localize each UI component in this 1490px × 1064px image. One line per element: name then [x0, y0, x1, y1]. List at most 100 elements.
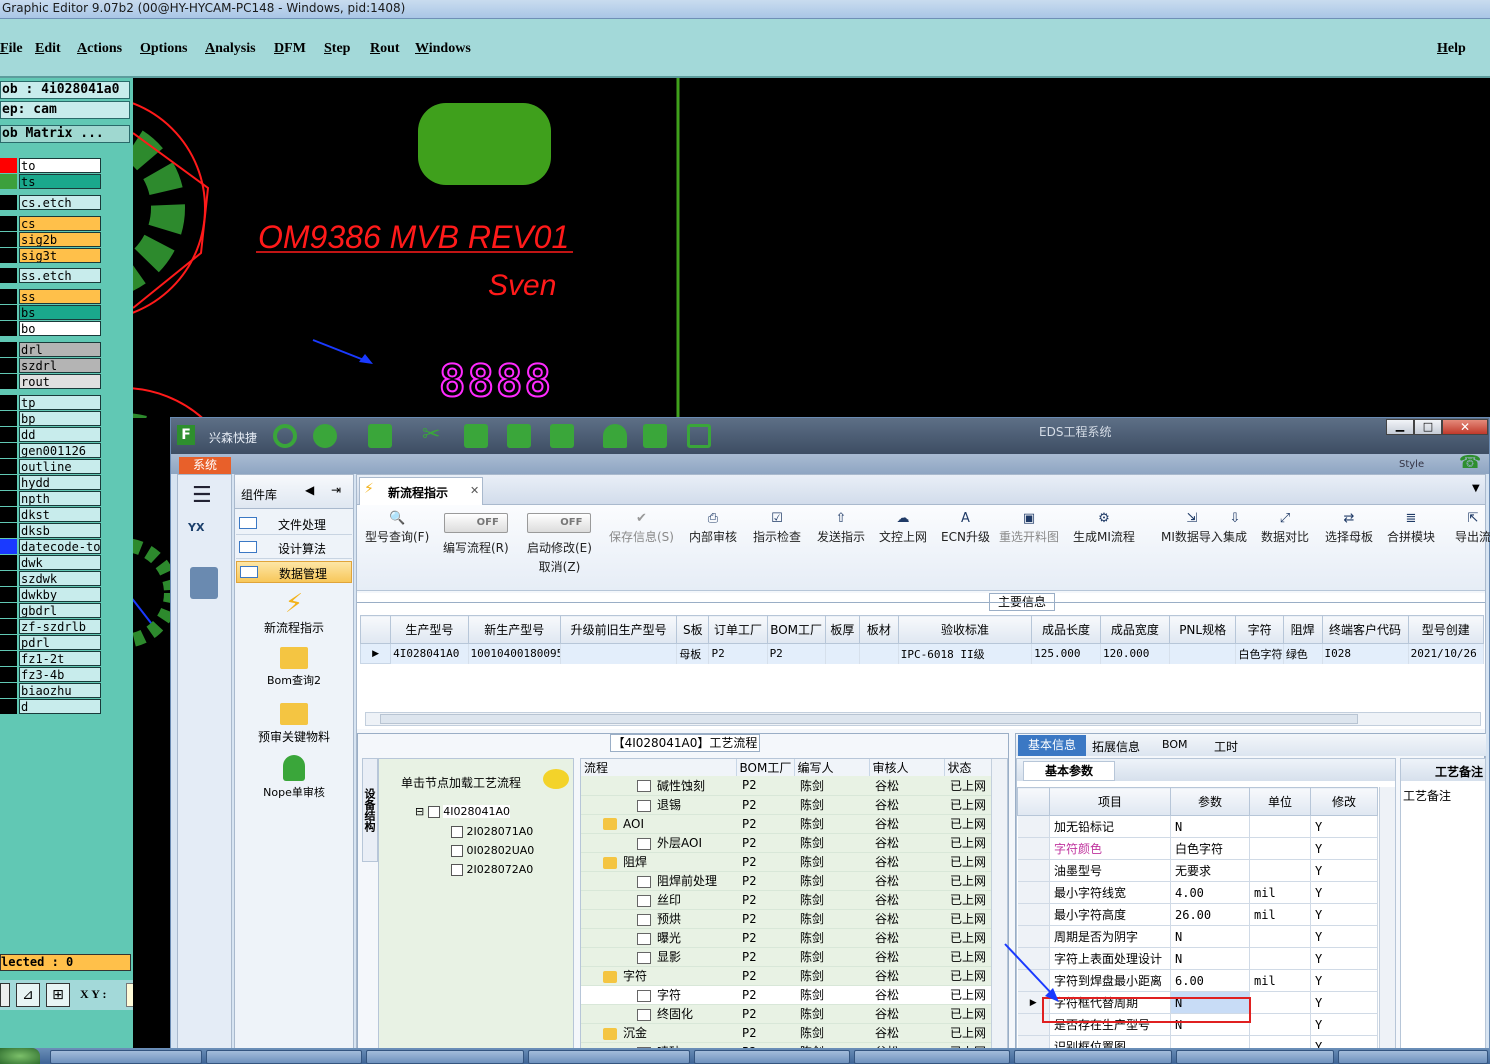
flow-row[interactable]: 外层AOI P2 陈剑 谷松 已上网: [581, 833, 991, 853]
toggle-switch[interactable]: OFF: [527, 513, 592, 533]
grid-cell[interactable]: 125.000: [1031, 643, 1101, 664]
layer-name[interactable]: dwk: [19, 555, 101, 570]
layer-color-swatch[interactable]: [0, 603, 17, 618]
grid-column-header[interactable]: 成品长度: [1031, 615, 1101, 644]
taskbar-item[interactable]: [694, 1050, 850, 1064]
layer-color-swatch[interactable]: [0, 635, 17, 650]
toolbar-button[interactable]: ▣ 重选开料图: [999, 511, 1059, 545]
layer-row[interactable]: dd: [0, 427, 103, 442]
layer-color-swatch[interactable]: [0, 374, 17, 389]
menu-edit[interactable]: Edit: [35, 41, 61, 57]
layer-name[interactable]: ts: [19, 174, 101, 189]
tree-child[interactable]: 2I028071A0: [451, 825, 533, 838]
layer-row[interactable]: szdrl: [0, 358, 103, 373]
layer-row[interactable]: cs: [0, 216, 103, 231]
grid-column-header[interactable]: 字符: [1235, 615, 1284, 644]
grid-column-header[interactable]: PNL规格: [1168, 615, 1237, 644]
layer-row[interactable]: drl: [0, 342, 103, 357]
layer-row[interactable]: dksb: [0, 523, 103, 538]
device-structure-tab[interactable]: 设备结构: [362, 758, 378, 862]
tab-worktime[interactable]: 工时: [1214, 738, 1238, 755]
lifebuoy-icon[interactable]: [313, 424, 337, 448]
param-column-header[interactable]: 参数: [1170, 787, 1250, 816]
layer-row[interactable]: zf-szdrlb: [0, 619, 103, 634]
menu-dfm[interactable]: DFM: [274, 41, 306, 57]
layer-color-swatch[interactable]: [0, 216, 17, 231]
step-name-field[interactable]: ep: cam: [0, 101, 130, 119]
grid-column-header[interactable]: 验收标准: [897, 615, 1033, 644]
minimize-button[interactable]: ▁: [1386, 419, 1414, 435]
layer-row[interactable]: sig2b: [0, 232, 103, 247]
grid-column-header[interactable]: 型号创建: [1407, 615, 1485, 644]
toolbar-button[interactable]: ⚙ 生成MI流程: [1073, 511, 1135, 545]
toolbar-button[interactable]: OFF 启动修改(E) 取消(Z): [527, 513, 592, 575]
side-action-prereview[interactable]: 预审关键物料: [235, 703, 353, 745]
layer-row[interactable]: fz3-4b: [0, 667, 103, 682]
toolbar-button[interactable]: ⇱ 导出流: [1455, 511, 1490, 545]
grid-cell[interactable]: 120.000: [1100, 643, 1170, 664]
menu-windows[interactable]: Windows: [415, 41, 471, 57]
layer-color-swatch[interactable]: [0, 395, 17, 410]
pin-icon[interactable]: ⇥: [331, 483, 341, 497]
side-action-new-flow[interactable]: ⚡ 新流程指示: [235, 589, 353, 636]
toolbar-button[interactable]: ⇧ 发送指示: [817, 511, 865, 545]
layer-color-swatch[interactable]: [0, 195, 17, 210]
flow-row[interactable]: 字符 P2 陈剑 谷松 已上网: [581, 966, 991, 986]
layer-row[interactable]: pdrl: [0, 635, 103, 650]
layer-color-swatch[interactable]: [0, 268, 17, 283]
taskbar-item[interactable]: [206, 1050, 362, 1064]
start-button[interactable]: [0, 1048, 40, 1064]
layer-name[interactable]: rout: [19, 374, 101, 389]
taskbar-item[interactable]: [1176, 1050, 1334, 1064]
menu-analysis[interactable]: Analysis: [205, 41, 256, 57]
layer-name[interactable]: outline: [19, 459, 101, 474]
cad-canvas[interactable]: OM9386 MVB REV01 Sven 8888: [133, 78, 1490, 418]
menu-help[interactable]: Help: [1437, 41, 1466, 57]
layer-color-swatch[interactable]: [0, 523, 17, 538]
grid-cell[interactable]: 10010400180095: [468, 643, 562, 664]
grid-cell[interactable]: 母板: [676, 643, 710, 664]
layer-name[interactable]: dkst: [19, 507, 101, 522]
menu-rout[interactable]: Rout: [370, 41, 400, 57]
layer-row[interactable]: gbdrl: [0, 603, 103, 618]
taskbar-item[interactable]: [528, 1050, 690, 1064]
flow-row[interactable]: 字符 P2 陈剑 谷松 已上网: [581, 985, 991, 1005]
grid-cell[interactable]: [560, 643, 678, 664]
grid-column-header[interactable]: BOM工厂: [766, 615, 826, 644]
layer-name[interactable]: npth: [19, 491, 101, 506]
flow-row[interactable]: 阻焊前处理 P2 陈剑 谷松 已上网: [581, 871, 991, 891]
layer-color-swatch[interactable]: [0, 443, 17, 458]
layer-row[interactable]: outline: [0, 459, 103, 474]
layer-name[interactable]: szdwk: [19, 571, 101, 586]
taskbar-item[interactable]: [366, 1050, 524, 1064]
toolbar-button[interactable]: A ECN升级: [941, 511, 990, 545]
search-icon[interactable]: [273, 424, 297, 448]
menu-step[interactable]: Step: [324, 41, 350, 57]
layer-color-swatch[interactable]: [0, 232, 17, 247]
chat-bubble-icon[interactable]: [543, 769, 569, 789]
calculator-icon[interactable]: [190, 567, 218, 599]
param-cell-value[interactable]: 6.00: [1170, 969, 1250, 992]
tab-basic-info[interactable]: 基本信息: [1018, 735, 1086, 756]
chart-icon[interactable]: [643, 424, 667, 448]
layer-row[interactable]: bs: [0, 305, 103, 320]
layer-color-swatch[interactable]: [0, 587, 17, 602]
layer-color-swatch[interactable]: [0, 683, 17, 698]
grid-column-header[interactable]: 板材: [859, 615, 899, 644]
param-cell-value[interactable]: N: [1170, 947, 1250, 970]
toolbar-button[interactable]: ⤢ 数据对比: [1261, 511, 1309, 545]
layer-name[interactable]: ss.etch: [19, 268, 101, 283]
flow-row[interactable]: 阻焊 P2 陈剑 谷松 已上网: [581, 852, 991, 872]
tree-expander-icon[interactable]: ⊟: [415, 805, 424, 818]
param-cell-value[interactable]: N: [1170, 815, 1250, 838]
layer-name[interactable]: gen001126: [19, 443, 101, 458]
toolbar-button-sublabel[interactable]: 取消(Z): [527, 558, 592, 575]
layer-color-swatch[interactable]: [0, 411, 17, 426]
layer-color-swatch[interactable]: [0, 699, 17, 714]
scroll-thumb[interactable]: [380, 714, 1358, 724]
layer-row[interactable]: bo: [0, 321, 103, 336]
layer-color-swatch[interactable]: [0, 619, 17, 634]
layer-row[interactable]: npth: [0, 491, 103, 506]
layer-color-swatch[interactable]: [0, 289, 17, 304]
layer-name[interactable]: dwkby: [19, 587, 101, 602]
